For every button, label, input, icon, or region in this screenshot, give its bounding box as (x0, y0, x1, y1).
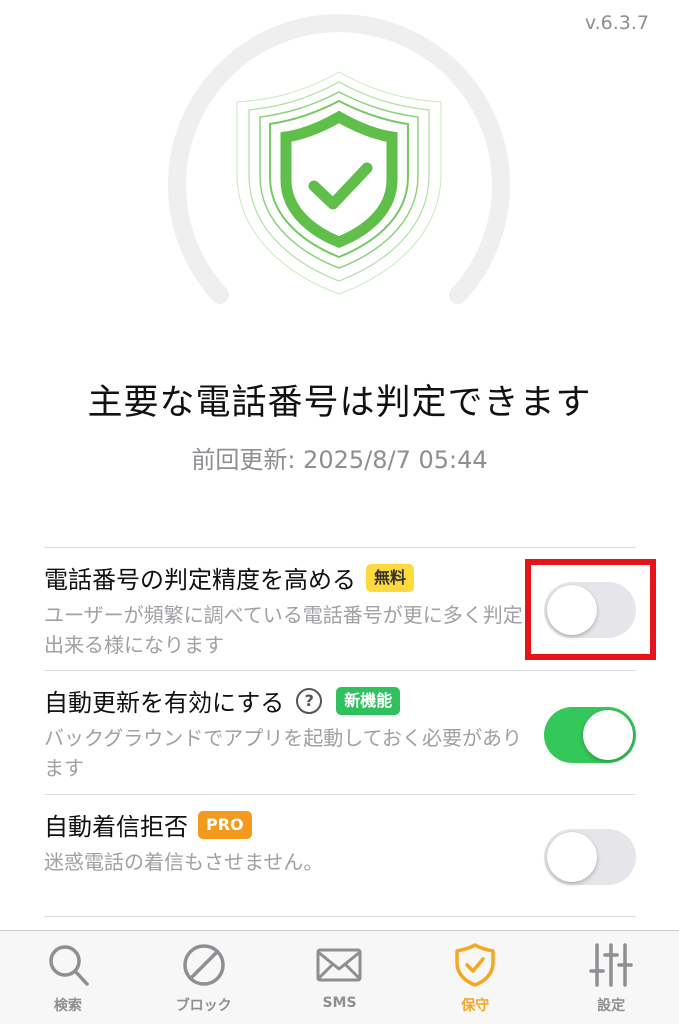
tab-sms[interactable]: SMS (272, 931, 408, 1024)
tab-label: ブロック (175, 998, 232, 1014)
tab-search[interactable]: 検索 (0, 931, 136, 1024)
setting-description: 迷惑電話の着信もさせません。 (44, 850, 324, 874)
auto-update-toggle[interactable] (544, 707, 636, 763)
pro-badge: PRO (198, 810, 252, 839)
block-icon (182, 944, 225, 986)
protection-status-graphic (0, 0, 679, 340)
setting-row-auto-reject: 自動着信拒否 PRO 迷惑電話の着信もさせません。 (44, 794, 636, 917)
tab-protection[interactable]: 保守 (407, 931, 543, 1024)
highlight-box (525, 559, 656, 660)
tab-label: 検索 (53, 998, 82, 1014)
setting-title: 電話番号の判定精度を高める (44, 566, 356, 594)
setting-title: 自動更新を有効にする (44, 689, 285, 717)
setting-row-auto-update: 自動更新を有効にする ? 新機能 バックグラウンドでアプリを起動しておく必要があ… (44, 670, 636, 794)
tab-label: SMS (322, 995, 357, 1011)
tab-label: 設定 (597, 998, 626, 1014)
auto-reject-toggle[interactable] (544, 829, 636, 885)
shield-check-icon (455, 943, 496, 987)
progress-ring (168, 14, 510, 304)
tab-settings[interactable]: 設定 (543, 931, 679, 1024)
new-feature-badge: 新機能 (336, 686, 401, 715)
search-icon (49, 945, 89, 986)
toggle-knob (547, 832, 597, 882)
tab-bar: 検索 ブロック SMS 保守 設定 (0, 930, 679, 1024)
setting-description: バックグラウンドでアプリを起動しておく必要があります (44, 726, 522, 780)
shield-check-icon (236, 71, 442, 295)
sliders-icon (589, 943, 633, 987)
toggle-knob (583, 710, 633, 760)
tab-block[interactable]: ブロック (136, 931, 272, 1024)
setting-description: ユーザーが頻繁に調べている電話番号が更に多く判定出来る様になります (44, 603, 523, 657)
help-icon[interactable]: ? (296, 687, 323, 714)
status-headline: 主要な電話番号は判定できます (87, 383, 592, 423)
setting-title: 自動着信拒否 (44, 813, 188, 841)
last-updated-label: 前回更新: 2025/8/7 05:44 (191, 446, 488, 474)
free-badge: 無料 (366, 563, 415, 592)
mail-icon (316, 948, 362, 982)
tab-label: 保守 (461, 998, 490, 1014)
